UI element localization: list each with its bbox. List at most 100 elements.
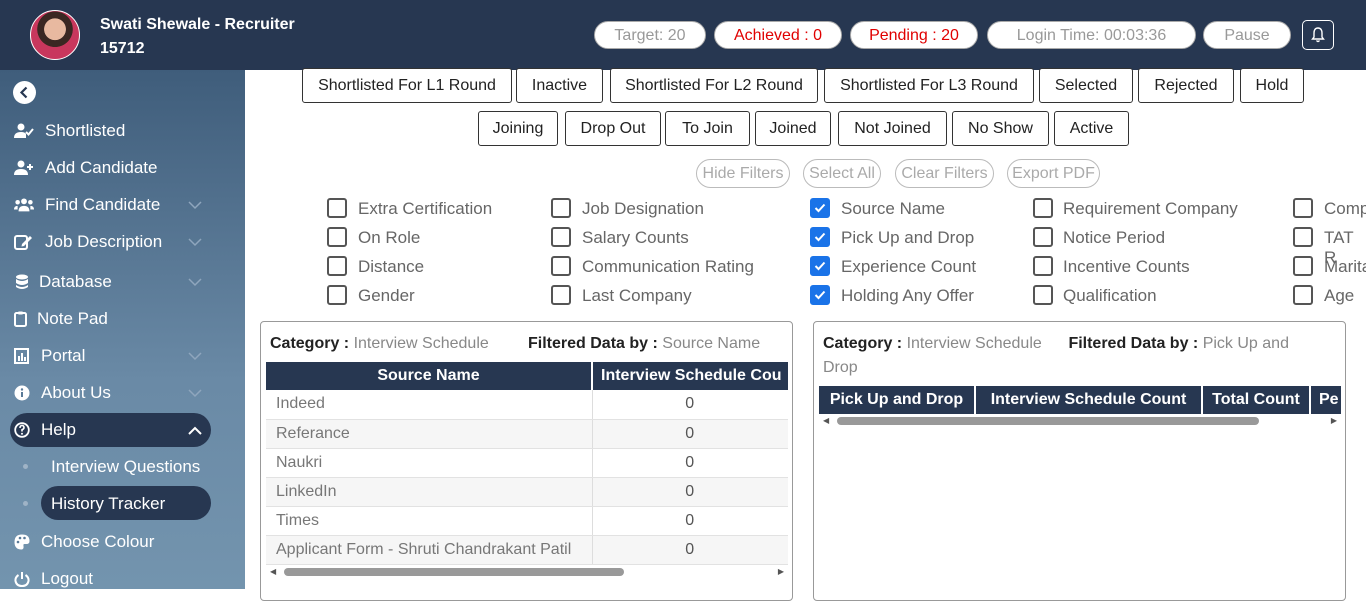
status-button-drop-out[interactable]: Drop Out <box>565 111 661 146</box>
source-name-card: Category : Interview Schedule Filtered D… <box>260 321 793 601</box>
filter-checkbox-incentive-counts[interactable] <box>1033 256 1053 276</box>
sidebar-item-help[interactable]: Help <box>0 413 245 447</box>
power-icon <box>14 572 30 587</box>
user-plus-icon <box>14 160 33 175</box>
palette-icon <box>14 534 30 550</box>
sidebar-item-about-us[interactable]: About Us <box>0 376 245 410</box>
status-button-no-show[interactable]: No Show <box>952 111 1049 146</box>
scroll-right-icon[interactable]: ▶ <box>778 567 784 576</box>
filter-checkbox-pick-up-and-drop[interactable] <box>810 227 830 247</box>
table-viewport: Pick Up and Drop Interview Schedule Coun… <box>819 386 1341 416</box>
bell-icon <box>1311 27 1325 43</box>
filter-checkbox-distance[interactable] <box>327 256 347 276</box>
collapse-sidebar-button[interactable] <box>13 81 36 104</box>
filter-checkbox-marital[interactable] <box>1293 256 1313 276</box>
horizontal-scrollbar[interactable]: ◀ ▶ <box>819 414 1341 428</box>
sidebar-item-label: Logout <box>41 569 93 588</box>
sidebar-subitem-interview-questions[interactable]: Interview Questions <box>51 457 200 477</box>
card-filtered-by: Filtered Data by : Source Name <box>528 332 760 356</box>
scrollbar-thumb[interactable] <box>837 417 1259 425</box>
status-button-inactive[interactable]: Inactive <box>516 68 603 103</box>
column-header[interactable]: Total Count <box>1202 386 1311 414</box>
filter-checkbox-tat[interactable] <box>1293 227 1313 247</box>
table-cell: 0 <box>592 448 788 478</box>
sidebar-item-label: Shortlisted <box>45 121 126 140</box>
status-button-active[interactable]: Active <box>1054 111 1129 146</box>
filter-checkbox-gender[interactable] <box>327 285 347 305</box>
filter-checkbox-notice-period[interactable] <box>1033 227 1053 247</box>
status-button-selected[interactable]: Selected <box>1039 68 1133 103</box>
scroll-right-icon[interactable]: ▶ <box>1331 416 1337 425</box>
column-header[interactable]: Interview Schedule Count <box>975 386 1203 414</box>
user-name: Swati Shewale - Recruiter <box>100 16 295 33</box>
scroll-left-icon[interactable]: ◀ <box>270 567 276 576</box>
status-button-to-join[interactable]: To Join <box>665 111 750 146</box>
notification-button[interactable] <box>1302 20 1334 50</box>
filter-label: Pick Up and Drop <box>841 228 975 247</box>
filter-label: Job Designation <box>582 199 704 218</box>
sidebar-subitem-history-tracker[interactable]: History Tracker <box>51 494 165 514</box>
filter-label: Requirement Company <box>1063 199 1238 218</box>
clear-filters-button[interactable]: Clear Filters <box>895 159 994 188</box>
sidebar-item-label: Choose Colour <box>41 532 155 551</box>
sidebar-item-database[interactable]: Database <box>0 265 245 299</box>
scroll-left-icon[interactable]: ◀ <box>823 416 829 425</box>
status-button-shortlisted-l1[interactable]: Shortlisted For L1 Round <box>302 68 512 103</box>
pause-button[interactable]: Pause <box>1203 21 1291 49</box>
filter-checkbox-on-role[interactable] <box>327 227 347 247</box>
sidebar-item-logout[interactable]: Logout <box>0 562 245 596</box>
sidebar-item-shortlisted[interactable]: Shortlisted <box>0 114 245 148</box>
filter-checkbox-extra-certification[interactable] <box>327 198 347 218</box>
filter-checkbox-requirement-company[interactable] <box>1033 198 1053 218</box>
filter-checkbox-job-designation[interactable] <box>551 198 571 218</box>
filter-checkbox-experience-count[interactable] <box>810 256 830 276</box>
source-name-table: Source Name Interview Schedule Cou Indee… <box>266 362 788 565</box>
select-all-button[interactable]: Select All <box>803 159 881 188</box>
table-cell: Referance <box>266 419 593 449</box>
filter-checkbox-salary-counts[interactable] <box>551 227 571 247</box>
status-button-shortlisted-l3[interactable]: Shortlisted For L3 Round <box>824 68 1034 103</box>
category-label: Category : <box>270 335 350 352</box>
sidebar-item-choose-colour[interactable]: Choose Colour <box>0 525 245 559</box>
status-button-rejected[interactable]: Rejected <box>1138 68 1234 103</box>
table-cell: Indeed <box>266 390 593 420</box>
hide-filters-button[interactable]: Hide Filters <box>696 159 790 188</box>
pick-up-and-drop-card: Category : Interview Schedule Filtered D… <box>813 321 1346 601</box>
filter-checkbox-communication-rating[interactable] <box>551 256 571 276</box>
scrollbar-thumb[interactable] <box>284 568 624 576</box>
sidebar-item-label: Database <box>39 272 112 291</box>
main-content: Shortlisted For L1 Round Inactive Shortl… <box>245 68 1366 601</box>
chart-icon <box>14 348 29 364</box>
sidebar-item-job-description[interactable]: Job Description <box>0 225 245 259</box>
status-button-hold[interactable]: Hold <box>1240 68 1304 103</box>
column-header[interactable]: Pick Up and Drop <box>819 386 976 414</box>
user-id: 15712 <box>100 40 145 57</box>
sidebar-item-note-pad[interactable]: Note Pad <box>0 302 245 336</box>
sidebar-item-add-candidate[interactable]: Add Candidate <box>0 151 245 185</box>
database-icon <box>16 274 28 289</box>
horizontal-scrollbar[interactable]: ◀ ▶ <box>266 565 788 579</box>
avatar[interactable] <box>30 10 80 60</box>
table-cell: 0 <box>592 390 788 420</box>
status-button-shortlisted-l2[interactable]: Shortlisted For L2 Round <box>610 68 818 103</box>
sidebar-item-portal[interactable]: Portal <box>0 339 245 373</box>
chevron-down-icon <box>188 238 202 247</box>
sidebar-item-find-candidate[interactable]: Find Candidate <box>0 188 245 222</box>
table-row: Applicant Form - Shruti Chandrakant Pati… <box>266 535 788 565</box>
column-header[interactable]: Pe <box>1310 386 1341 414</box>
column-header[interactable]: Interview Schedule Cou <box>592 362 788 390</box>
filter-checkbox-source-name[interactable] <box>810 198 830 218</box>
users-icon <box>14 198 34 212</box>
filter-checkbox-holding-any-offer[interactable] <box>810 285 830 305</box>
export-pdf-button[interactable]: Export PDF <box>1007 159 1100 188</box>
status-button-not-joined[interactable]: Not Joined <box>838 111 947 146</box>
filter-checkbox-last-company[interactable] <box>551 285 571 305</box>
filter-checkbox-age[interactable] <box>1293 285 1313 305</box>
table-cell: Applicant Form - Shruti Chandrakant Pati… <box>266 535 593 565</box>
column-header[interactable]: Source Name <box>266 362 593 390</box>
status-button-joined[interactable]: Joined <box>755 111 831 146</box>
filter-checkbox-qualification[interactable] <box>1033 285 1053 305</box>
login-time-badge: Login Time: 00:03:36 <box>987 21 1196 49</box>
status-button-joining[interactable]: Joining <box>478 111 558 146</box>
filter-checkbox-comp[interactable] <box>1293 198 1313 218</box>
